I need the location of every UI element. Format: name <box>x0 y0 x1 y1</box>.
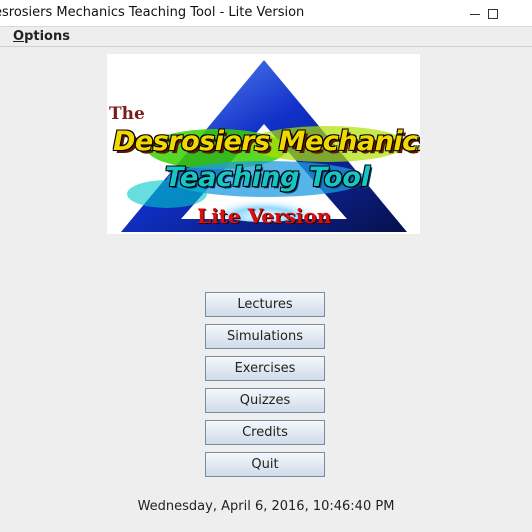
maximize-icon <box>488 8 498 19</box>
title-bar: esrosiers Mechanics Teaching Tool - Lite… <box>0 0 532 27</box>
logo-the-text: The <box>109 104 145 124</box>
logo-subtitle-text: Teaching Tool <box>165 162 371 193</box>
datetime-label: Wednesday, April 6, 2016, 10:46:40 PM <box>137 499 395 514</box>
quizzes-button[interactable]: Quizzes <box>205 388 325 413</box>
app-logo: The Desrosiers Mechanics Teaching Tool L… <box>107 54 420 234</box>
simulations-button[interactable]: Simulations <box>205 324 325 349</box>
logo-edition-text: Lite Version <box>197 204 332 228</box>
quit-button[interactable]: Quit <box>205 452 325 477</box>
maximize-button[interactable] <box>478 0 508 27</box>
window-title: esrosiers Mechanics Teaching Tool - Lite… <box>0 5 305 20</box>
credits-button[interactable]: Credits <box>205 420 325 445</box>
lectures-button[interactable]: Lectures <box>205 292 325 317</box>
logo-title-text: Desrosiers Mechanics <box>113 126 420 157</box>
menu-bar: Options <box>0 27 532 47</box>
menu-options[interactable]: Options <box>13 29 70 44</box>
exercises-button[interactable]: Exercises <box>205 356 325 381</box>
